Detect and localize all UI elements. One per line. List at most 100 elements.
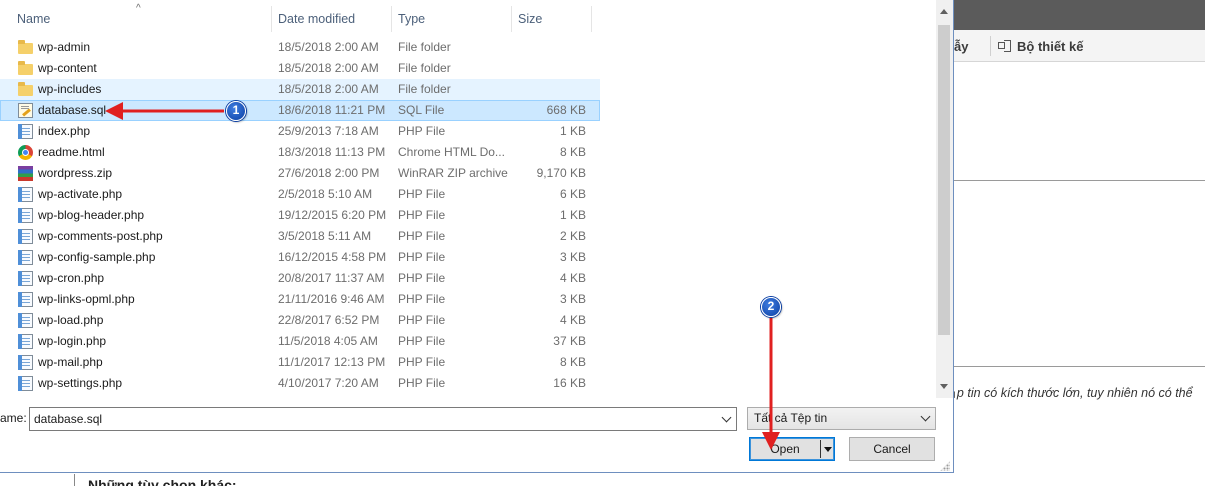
file-date: 22/8/2017 6:52 PM bbox=[278, 313, 380, 327]
file-type: Chrome HTML Do... bbox=[398, 145, 505, 159]
file-row[interactable]: wp-blog-header.php 19/12/2015 6:20 PM PHP … bbox=[0, 205, 600, 226]
file-row[interactable]: wp-admin 18/5/2018 2:00 AM File folder bbox=[0, 37, 600, 58]
size-notice: ◀p tin có kích thước lớn, tuy nhiên nó c… bbox=[948, 386, 1205, 400]
split-divider bbox=[820, 440, 821, 458]
file-name: wp-links-opml.php bbox=[38, 292, 135, 306]
file-date: 4/10/2017 7:20 AM bbox=[278, 376, 379, 390]
file-date: 18/5/2018 2:00 AM bbox=[278, 40, 379, 54]
vertical-scrollbar[interactable] bbox=[936, 0, 953, 398]
file-date: 27/6/2018 2:00 PM bbox=[278, 166, 380, 180]
filetype-dropdown[interactable] bbox=[916, 408, 934, 429]
other-options-heading: Những tùy chọn khác: bbox=[88, 477, 237, 486]
file-date: 11/5/2018 4:05 AM bbox=[278, 334, 378, 348]
file-row[interactable]: wordpress.zip 27/6/2018 2:00 PM WinRAR ZIP… bbox=[0, 163, 600, 184]
chevron-down-icon bbox=[920, 411, 930, 422]
divider bbox=[74, 474, 75, 486]
file-name: wp-settings.php bbox=[38, 376, 123, 390]
tab-designer-label: Bộ thiết kế bbox=[1017, 38, 1084, 54]
file-name: wp-activate.php bbox=[38, 187, 123, 201]
file-type: PHP File bbox=[398, 271, 446, 285]
file-row[interactable]: index.php 25/9/2013 7:18 AM PHP File 1 KB bbox=[0, 121, 600, 142]
browser-top-bar bbox=[950, 0, 1205, 30]
scroll-up-icon[interactable] bbox=[940, 9, 948, 14]
file-size: 8 KB bbox=[559, 355, 586, 369]
file-type: PHP File bbox=[398, 292, 446, 306]
divider bbox=[950, 366, 1205, 367]
file-row[interactable]: wp-includes 18/5/2018 2:00 AM File folder bbox=[0, 79, 600, 100]
file-type: File folder bbox=[398, 82, 451, 96]
column-header-name-label: Name bbox=[17, 12, 51, 26]
designer-icon bbox=[997, 39, 1011, 53]
file-row[interactable]: database.sql 18/6/2018 11:21 PM SQL File 66… bbox=[0, 100, 600, 121]
file-type: PHP File bbox=[398, 355, 446, 369]
file-list: ^ Name Date modified Type Size wp-admin 18… bbox=[0, 0, 936, 398]
file-date: 18/5/2018 2:00 AM bbox=[278, 61, 379, 75]
file-type: PHP File bbox=[398, 124, 446, 138]
column-header-date[interactable]: Date modified bbox=[272, 6, 392, 32]
divider bbox=[950, 180, 1205, 181]
file-row[interactable]: wp-login.php 11/5/2018 4:05 AM PHP File 37 … bbox=[0, 331, 600, 352]
file-size: 37 KB bbox=[553, 334, 586, 348]
file-date: 11/1/2017 12:13 PM bbox=[278, 355, 386, 369]
filename-input[interactable]: database.sql bbox=[29, 407, 737, 431]
file-row[interactable]: wp-comments-post.php 3/5/2018 5:11 AM PHP … bbox=[0, 226, 600, 247]
cancel-button[interactable]: Cancel bbox=[849, 437, 935, 461]
file-date: 3/5/2018 5:11 AM bbox=[278, 229, 372, 243]
file-size bbox=[512, 79, 586, 100]
file-size: 6 KB bbox=[559, 187, 586, 201]
annotation-badge-1: 1 bbox=[226, 101, 246, 121]
file-type: PHP File bbox=[398, 250, 446, 264]
file-row[interactable]: wp-links-opml.php 21/11/2016 9:46 AM PHP F… bbox=[0, 289, 600, 310]
open-button[interactable]: Open bbox=[749, 437, 835, 461]
file-row[interactable]: wp-mail.php 11/1/2017 12:13 PM PHP File 8 K… bbox=[0, 352, 600, 373]
file-row[interactable]: wp-config-sample.php 16/12/2015 4:58 PM PH… bbox=[0, 247, 600, 268]
file-row[interactable]: wp-activate.php 2/5/2018 5:10 AM PHP File 6… bbox=[0, 184, 600, 205]
file-size: 1 KB bbox=[559, 208, 586, 222]
file-name: wp-cron.php bbox=[38, 271, 105, 285]
filename-dropdown[interactable] bbox=[716, 408, 736, 430]
file-size: 16 KB bbox=[553, 376, 586, 390]
file-name: wp-mail.php bbox=[38, 355, 103, 369]
file-type: File folder bbox=[398, 61, 451, 75]
filetype-select[interactable]: Tất cả Tệp tin bbox=[747, 407, 936, 430]
file-date: 18/3/2018 11:13 PM bbox=[278, 145, 386, 159]
file-name: wp-config-sample.php bbox=[38, 250, 156, 264]
file-size: 4 KB bbox=[559, 313, 586, 327]
open-options-arrow-icon[interactable] bbox=[824, 447, 832, 452]
file-date: 16/12/2015 4:58 PM bbox=[278, 250, 387, 264]
column-header-type[interactable]: Type bbox=[392, 6, 512, 32]
file-size: 4 KB bbox=[559, 271, 586, 285]
file-name: wp-content bbox=[38, 61, 97, 75]
chevron-down-icon bbox=[721, 412, 731, 422]
file-type: PHP File bbox=[398, 187, 446, 201]
file-row[interactable]: wp-settings.php 4/10/2017 7:20 AM PHP File… bbox=[0, 373, 600, 394]
file-row[interactable]: wp-cron.php 20/8/2017 11:37 AM PHP File 4 K… bbox=[0, 268, 600, 289]
file-size bbox=[512, 58, 586, 79]
file-row[interactable]: readme.html 18/3/2018 11:13 PM Chrome HTML… bbox=[0, 142, 600, 163]
annotation-badge-2: 2 bbox=[761, 297, 781, 317]
toolbar-tab-designer[interactable]: Bộ thiết kế bbox=[990, 36, 1083, 56]
file-name: wp-blog-header.php bbox=[38, 208, 145, 222]
column-header-name[interactable]: ^ Name bbox=[0, 3, 272, 32]
file-size: 668 KB bbox=[546, 103, 586, 117]
file-row[interactable]: wp-content 18/5/2018 2:00 AM File folder bbox=[0, 58, 600, 79]
file-type: PHP File bbox=[398, 334, 446, 348]
file-open-dialog: ^ Name Date modified Type Size wp-admin 18… bbox=[0, 0, 954, 473]
filename-label: ame: bbox=[0, 411, 27, 425]
file-row[interactable]: wp-load.php 22/8/2017 6:52 PM PHP File 4 KB bbox=[0, 310, 600, 331]
file-type: WinRAR ZIP archive bbox=[398, 166, 508, 180]
column-header-size[interactable]: Size bbox=[512, 6, 592, 32]
file-type: PHP File bbox=[398, 229, 446, 243]
file-date: 2/5/2018 5:10 AM bbox=[278, 187, 373, 201]
file-size: 1 KB bbox=[559, 124, 586, 138]
scroll-down-icon[interactable] bbox=[940, 384, 948, 389]
resize-grip-icon[interactable] bbox=[940, 461, 950, 471]
file-type: PHP File bbox=[398, 313, 446, 327]
file-name: wordpress.zip bbox=[38, 166, 113, 180]
file-size: 8 KB bbox=[559, 145, 586, 159]
file-date: 25/9/2013 7:18 AM bbox=[278, 124, 379, 138]
column-headers: ^ Name Date modified Type Size bbox=[0, 3, 600, 32]
toolbar-tab-partial[interactable]: ẫy bbox=[954, 36, 968, 56]
size-notice-text: p tin có kích thước lớn, tuy nhiên nó có… bbox=[956, 386, 1193, 400]
scroll-thumb[interactable] bbox=[938, 25, 950, 335]
